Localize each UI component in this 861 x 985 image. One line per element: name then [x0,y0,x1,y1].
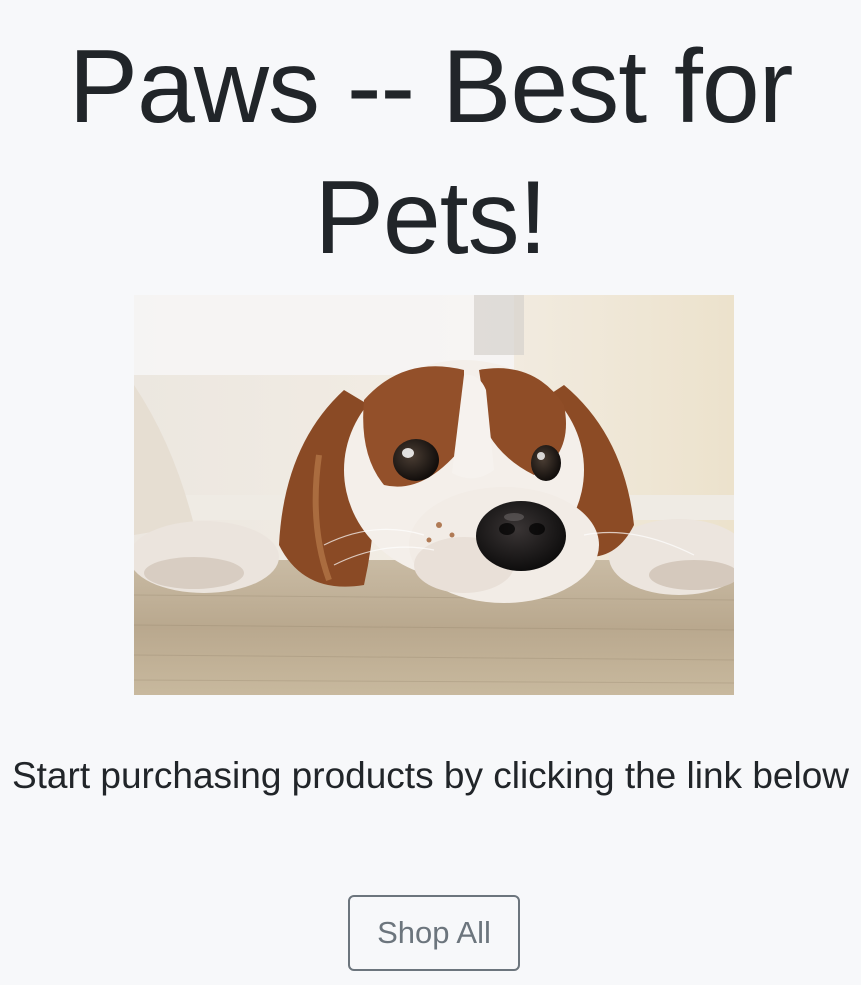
shop-all-button[interactable]: Shop All [348,895,520,971]
hero-dog-image [134,295,734,695]
intro-text: Start purchasing products by clicking th… [11,755,850,796]
page-title: Paws -- Best for Pets! [68,29,794,276]
landing-page: Paws -- Best for Pets! Start purchasing … [0,0,861,985]
